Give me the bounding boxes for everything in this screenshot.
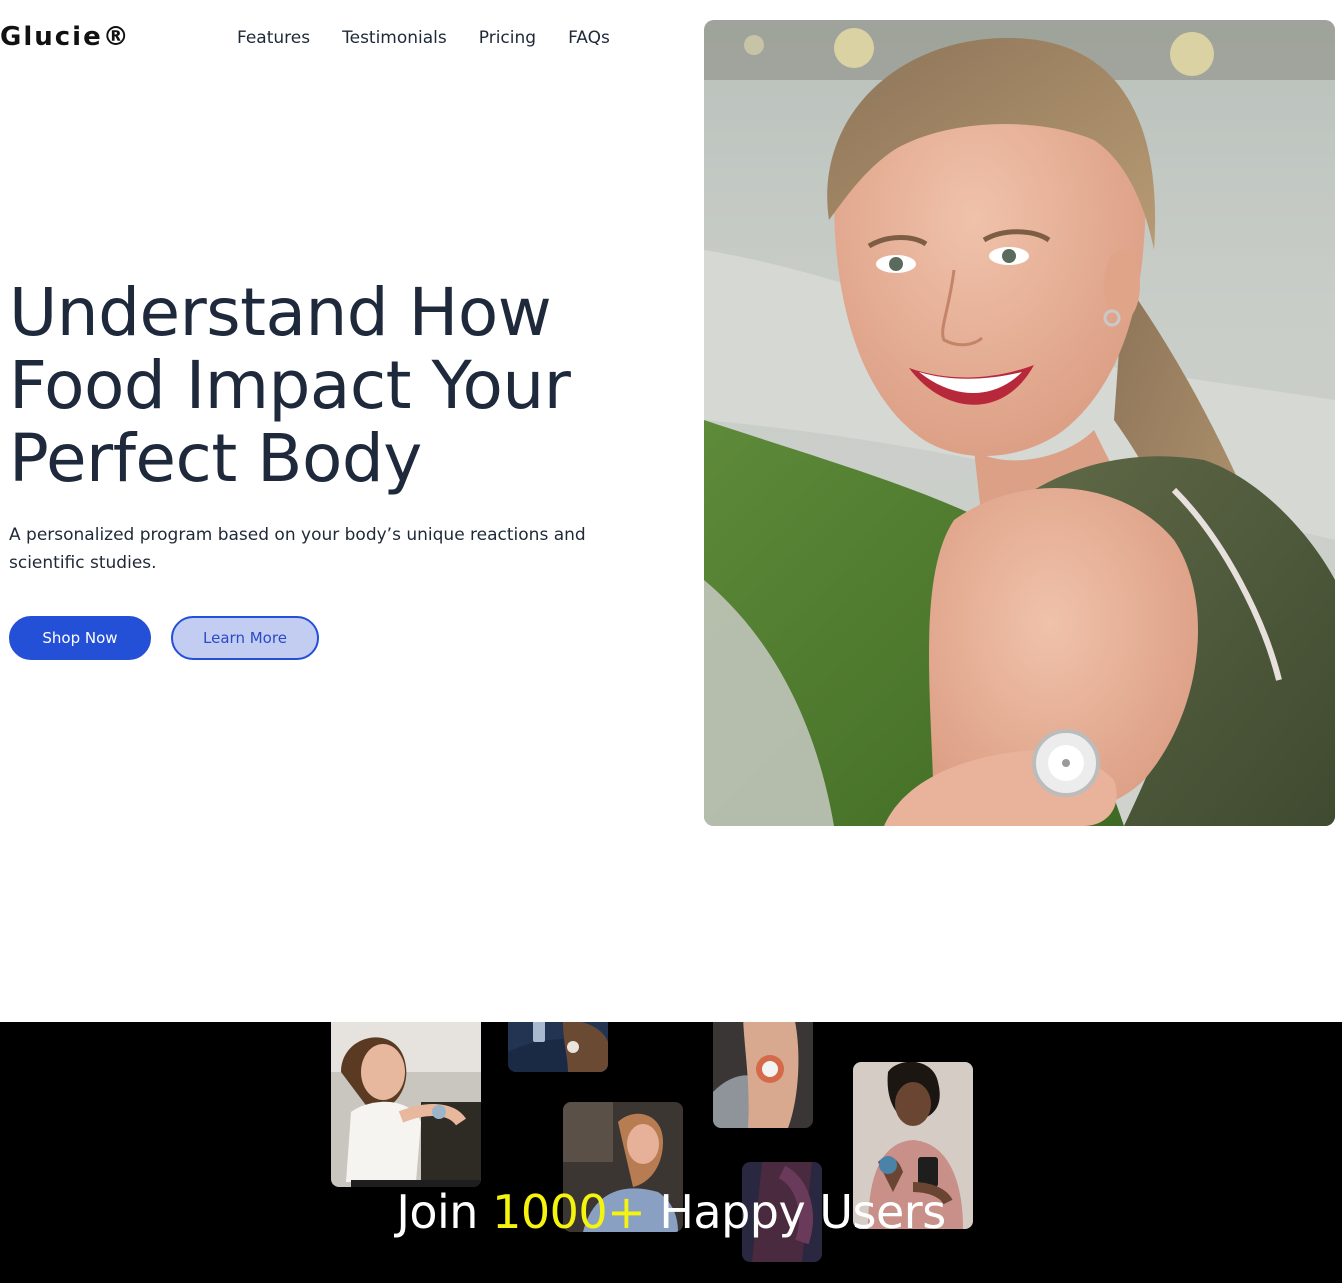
hero-subtitle: A personalized program based on your bod… (9, 525, 586, 573)
user-count-highlight: 1000+ (492, 1185, 646, 1239)
landing-page: Glucie® Features Testimonials Pricing FA… (0, 0, 1342, 1283)
social-proof-title-prefix: Join (396, 1185, 493, 1239)
hero-title-line-2: Food Impact Your (9, 347, 571, 424)
hero-title: Understand How Food Impact Your Perfect … (9, 276, 649, 495)
social-proof-section: Join 1000+ Happy Users (0, 1022, 1342, 1283)
user-photo-phone-arm (508, 1022, 608, 1072)
nav-link-features[interactable]: Features (237, 28, 310, 48)
social-proof-title-suffix: Happy Users (645, 1185, 946, 1239)
learn-more-button[interactable]: Learn More (171, 616, 319, 660)
nav-link-pricing[interactable]: Pricing (479, 28, 536, 48)
hero-image (704, 20, 1335, 826)
social-proof-title: Join 1000+ Happy Users (0, 1185, 1342, 1239)
nav-link-faqs[interactable]: FAQs (568, 28, 610, 48)
hero-title-line-1: Understand How (9, 274, 552, 351)
shop-now-button[interactable]: Shop Now (9, 616, 151, 660)
brand-logo[interactable]: Glucie® (0, 22, 131, 52)
user-photo-kitchen (331, 1022, 481, 1187)
user-photo-sensor-arm (713, 1022, 813, 1128)
main-nav: Features Testimonials Pricing FAQs (237, 28, 610, 48)
hero-title-line-3: Perfect Body (9, 420, 422, 497)
nav-link-testimonials[interactable]: Testimonials (342, 28, 447, 48)
